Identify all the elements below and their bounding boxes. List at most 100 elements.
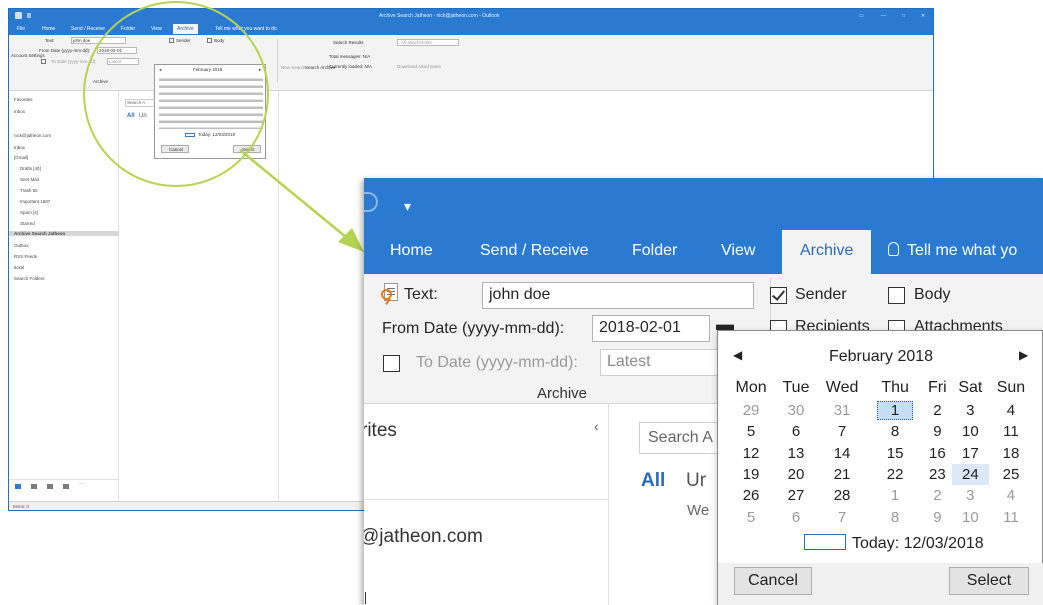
calendar-day[interactable]: 2 (923, 400, 952, 421)
calendar-day[interactable]: 13 (775, 443, 817, 464)
folder-item[interactable]: Important 1687 (20, 199, 50, 204)
customize-quick-access-icon[interactable]: ▾ (404, 198, 411, 215)
favorites-header[interactable]: Favorites (14, 97, 33, 102)
calendar-day[interactable]: 19 (727, 464, 775, 485)
calendar-day[interactable]: 1 (867, 400, 923, 421)
folder-item[interactable]: tickel (14, 265, 24, 270)
calendar-day[interactable]: 24 (951, 463, 989, 486)
calendar-day[interactable]: 15 (867, 443, 923, 464)
tab-folder[interactable]: Folder (632, 242, 677, 260)
calendar-day[interactable]: 3 (952, 400, 989, 421)
select-button[interactable]: Select (949, 567, 1029, 595)
calendar-day[interactable]: 23 (923, 464, 952, 485)
filter-unread[interactable]: Ur (686, 470, 706, 492)
calendar-day[interactable]: 12 (727, 443, 775, 464)
sender-label: Sender (795, 286, 847, 303)
calendar-day[interactable]: 29 (727, 400, 775, 421)
calendar-day[interactable]: 20 (775, 464, 817, 485)
calendar-day[interactable]: 31 (817, 400, 867, 421)
people-icon[interactable] (47, 484, 53, 489)
folder-inbox-fav[interactable]: Inbox (14, 109, 25, 114)
folder-item-selected[interactable]: Archive Search Jatheon (9, 231, 119, 236)
calendar-day[interactable]: 8 (867, 421, 923, 442)
favorites-header[interactable]: rites (364, 420, 397, 442)
account-settings-button[interactable]: Account Settings (11, 53, 45, 58)
calendar-day[interactable]: 11 (989, 421, 1033, 442)
next-month-icon[interactable]: ▶ (1019, 348, 1028, 362)
calendar-day[interactable]: 22 (867, 464, 923, 485)
folder-item[interactable]: Starred (20, 221, 35, 226)
calendar-day[interactable]: 1 (867, 485, 923, 506)
calendar-day[interactable]: 5 (727, 421, 775, 442)
calendar-day[interactable]: 10 (952, 506, 989, 527)
account-header[interactable]: nick@jatheon.com (14, 133, 51, 138)
undo-icon[interactable] (27, 13, 31, 18)
account-header[interactable]: @jatheon.com (364, 526, 483, 548)
from-date-input[interactable]: 2018-02-01 (592, 315, 710, 342)
calendar-day[interactable]: 28 (817, 485, 867, 506)
folder-item[interactable]: Trash 55 (20, 188, 38, 193)
calendar-day[interactable]: 4 (989, 485, 1033, 506)
collapse-pane-icon[interactable]: ‹ (594, 418, 599, 434)
folder-item[interactable]: Inbox (14, 145, 25, 150)
tab-archive[interactable]: Archive (782, 230, 872, 274)
calendar-day[interactable]: 18 (989, 443, 1033, 464)
calendar-day[interactable]: 27 (775, 485, 817, 506)
calendar-icon[interactable] (31, 484, 37, 489)
calendar-day[interactable]: 2 (923, 485, 952, 506)
calendar-day[interactable]: 26 (727, 485, 775, 506)
tab-file[interactable]: File (17, 26, 25, 32)
folder-item[interactable]: Spam [4] (20, 210, 38, 215)
tell-me-box[interactable]: Tell me what yo (888, 242, 1017, 260)
calendar-day[interactable]: 5 (727, 506, 775, 527)
tab-home[interactable]: Home (390, 242, 433, 260)
folder-item[interactable]: [Gmail] (14, 155, 28, 160)
sender-checkbox[interactable] (770, 287, 787, 304)
calendar-day[interactable]: 4 (989, 400, 1033, 421)
tasks-icon[interactable] (63, 484, 69, 489)
mail-icon[interactable] (15, 484, 21, 489)
calendar-day[interactable]: 6 (775, 421, 817, 442)
to-date-input[interactable]: Latest (600, 349, 718, 376)
calendar-day[interactable]: 16 (923, 443, 952, 464)
calendar-day[interactable]: 14 (817, 443, 867, 464)
folder-item[interactable]: RSS Feeds (14, 254, 37, 259)
currently-loaded: Currently loaded: N/A (329, 64, 373, 69)
to-date-checkbox[interactable] (41, 59, 46, 64)
folder-item[interactable]: Outbox (14, 243, 29, 248)
cancel-button[interactable]: Cancel (734, 567, 812, 595)
tab-home[interactable]: Home (42, 26, 55, 32)
calendar-day[interactable]: 6 (775, 506, 817, 527)
tab-send-receive[interactable]: Send / Receive (480, 242, 589, 260)
calendar-day[interactable]: 25 (989, 464, 1033, 485)
download-attachment-button[interactable]: Download Attachment (397, 64, 441, 69)
today-link[interactable]: Today: 12/03/2018 (804, 534, 984, 553)
calendar-day[interactable]: 7 (817, 421, 867, 442)
calendar-day[interactable]: 10 (952, 421, 989, 442)
filter-all[interactable]: All (641, 470, 665, 492)
folder-item[interactable]: Search Folders (14, 276, 45, 281)
calendar-day[interactable]: 11 (989, 506, 1033, 527)
more-icon[interactable]: ··· (79, 481, 84, 486)
calendar-day[interactable]: 3 (952, 485, 989, 506)
minimize-icon[interactable]: — (881, 13, 886, 19)
body-checkbox[interactable] (888, 287, 905, 304)
calendar-day[interactable]: 30 (775, 400, 817, 421)
tab-send-receive[interactable]: Send / Receive (71, 26, 105, 32)
calendar-day[interactable]: 17 (952, 443, 989, 464)
calendar-day[interactable]: 9 (923, 506, 952, 527)
new-search-button[interactable]: New Search (281, 65, 306, 70)
maximize-icon[interactable]: □ (902, 13, 905, 19)
tab-view[interactable]: View (721, 242, 755, 260)
folder-item[interactable]: Sent Mail (20, 177, 39, 182)
calendar-day[interactable]: 9 (923, 421, 952, 442)
calendar-day[interactable]: 7 (817, 506, 867, 527)
undo-icon[interactable] (364, 192, 378, 212)
ribbon-display-icon[interactable]: ▭ (859, 13, 864, 19)
to-date-checkbox[interactable] (383, 355, 400, 372)
close-icon[interactable]: ✕ (921, 13, 925, 19)
calendar-day[interactable]: 8 (867, 506, 923, 527)
folder-item[interactable]: Drafts [40] (20, 166, 41, 171)
text-search-input[interactable]: john doe (482, 282, 754, 309)
calendar-day[interactable]: 21 (817, 464, 867, 485)
